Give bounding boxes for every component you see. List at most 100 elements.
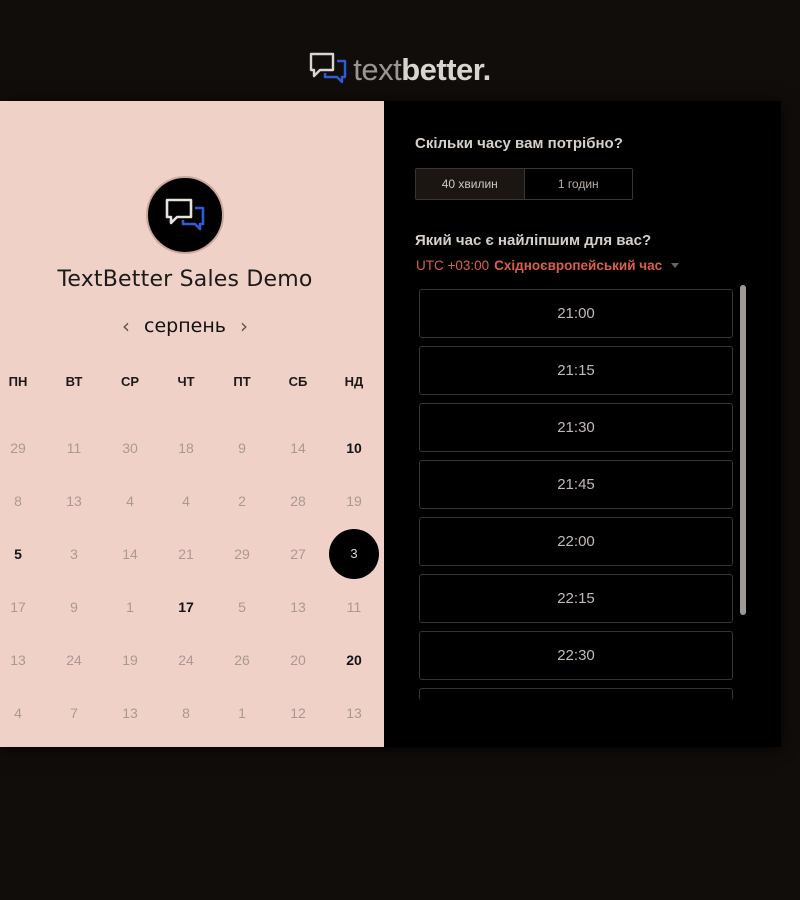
- weekday-label: СБ: [288, 374, 308, 389]
- calendar-day: 9: [46, 580, 102, 633]
- weekday-label: СР: [120, 374, 140, 389]
- calendar-day: 21: [158, 527, 214, 580]
- calendar-day: 26: [214, 633, 270, 686]
- calendar-day: 24: [158, 633, 214, 686]
- scrollbar-thumb[interactable]: [740, 285, 746, 615]
- logo-text-light: text: [353, 51, 402, 87]
- calendar-day-label: 4: [126, 492, 134, 509]
- timezone-selector[interactable]: UTC +03:00 Східноєвропейський час: [416, 258, 680, 273]
- calendar-day-label: 19: [122, 651, 138, 668]
- calendar-day: 4: [158, 474, 214, 527]
- calendar-day-label: 1: [238, 704, 246, 721]
- booking-panel: Скільки часу вам потрібно? 40 хвилин 1 г…: [384, 101, 781, 747]
- calendar-day-label: 8: [14, 492, 22, 509]
- calendar-day-label: 29: [10, 439, 26, 456]
- calendar-day-label: 17: [178, 598, 194, 615]
- calendar-day-label: 20: [346, 651, 362, 668]
- calendar-day-label: 12: [290, 704, 306, 721]
- chevron-left-icon[interactable]: ‹: [122, 316, 130, 336]
- calendar-day-label: 9: [238, 439, 246, 456]
- calendar-day-label: 27: [290, 545, 306, 562]
- chevron-right-icon[interactable]: ›: [240, 316, 248, 336]
- time-slot-list: 21:00 21:15 21:30 21:45 22:00 22:15 22:3…: [419, 289, 735, 699]
- calendar-day: 13: [270, 580, 326, 633]
- calendar-day: 27: [270, 527, 326, 580]
- calendar-day[interactable]: 17: [158, 580, 214, 633]
- calendar-day-label: 17: [10, 598, 26, 615]
- calendar-day: 11: [46, 421, 102, 474]
- calendar-day-label: 4: [182, 492, 190, 509]
- time-slot[interactable]: 21:30: [419, 403, 733, 452]
- calendar-day-label: 13: [290, 598, 306, 615]
- calendar-day-label: 2: [238, 492, 246, 509]
- time-question: Який час є найліпшим для вас?: [415, 232, 652, 249]
- calendar-day: 9: [214, 421, 270, 474]
- calendar-day-label: 14: [290, 439, 306, 456]
- time-slot[interactable]: 21:15: [419, 346, 733, 395]
- calendar-day: 8: [158, 686, 214, 739]
- calendar-day: 24: [46, 633, 102, 686]
- calendar-day-label: 19: [346, 492, 362, 509]
- time-slot[interactable]: 22:30: [419, 631, 733, 680]
- calendar-day-label: 28: [290, 492, 306, 509]
- month-label: серпень: [144, 315, 226, 337]
- calendar-day: 28: [270, 474, 326, 527]
- calendar-day-label: 24: [66, 651, 82, 668]
- duration-option-40-min[interactable]: 40 хвилин: [416, 169, 525, 199]
- calendar-day-label: 5: [238, 598, 246, 615]
- calendar-day[interactable]: 5: [0, 527, 46, 580]
- weekday-label: ПН: [8, 374, 28, 389]
- calendar-day[interactable]: 20: [326, 633, 382, 686]
- calendar-day: 13: [102, 686, 158, 739]
- calendar-day: 5: [214, 580, 270, 633]
- month-navigation: ‹ серпень ›: [0, 315, 370, 337]
- time-slot[interactable]: [419, 688, 733, 699]
- calendar-day: 2: [214, 474, 270, 527]
- calendar-day: 4: [102, 474, 158, 527]
- calendar-day-label: 29: [234, 545, 250, 562]
- calendar-day-label: 18: [178, 439, 194, 456]
- time-slot[interactable]: 21:45: [419, 460, 733, 509]
- logo-text-bold: better: [401, 51, 483, 87]
- time-slot[interactable]: 21:00: [419, 289, 733, 338]
- duration-question: Скільки часу вам потрібно?: [415, 135, 623, 152]
- calendar-day: 14: [102, 527, 158, 580]
- calendar-day-label: 11: [346, 598, 362, 615]
- calendar-day: 11: [326, 580, 382, 633]
- chat-bubbles-icon: [165, 198, 205, 231]
- calendar-day-label: 20: [290, 651, 306, 668]
- calendar-day: 20: [270, 633, 326, 686]
- calendar-day[interactable]: 10: [326, 421, 382, 474]
- calendar-day: 12: [270, 686, 326, 739]
- calendar-day-label: 10: [346, 439, 362, 456]
- calendar-day-label: 26: [234, 651, 250, 668]
- calendar-day: 4: [0, 686, 46, 739]
- duration-option-1-hour[interactable]: 1 годин: [525, 169, 633, 199]
- calendar-day-label: 7: [70, 704, 78, 721]
- calendar-day-label: 1: [126, 598, 134, 615]
- weekday-header: ПН ВТ СР ЧТ ПТ СБ НД: [0, 374, 382, 389]
- time-slot[interactable]: 22:00: [419, 517, 733, 566]
- calendar-day-label: 3: [329, 528, 379, 579]
- time-slot[interactable]: 22:15: [419, 574, 733, 623]
- timezone-offset: UTC +03:00: [416, 258, 490, 273]
- slots-scrollbar[interactable]: [740, 285, 747, 615]
- textbetter-logo: textbetter.: [0, 52, 800, 86]
- chat-bubbles-icon: [310, 52, 347, 84]
- calendar-days-grid: 29 11 30 18 9 14 10 8 13 4 4 2 28 19 5 3 14 21 29 27 3 17 9 1 17…: [0, 421, 382, 739]
- weekday-label: ПТ: [233, 374, 251, 389]
- calendar-day: 19: [102, 633, 158, 686]
- caret-down-icon: [671, 263, 680, 268]
- weekday-label: ВТ: [65, 374, 83, 389]
- calendar-day-label: 3: [70, 545, 78, 562]
- calendar-day-label: 8: [182, 704, 190, 721]
- calendar-day: 17: [0, 580, 46, 633]
- calendar-day: 13: [46, 474, 102, 527]
- calendar-day: 19: [326, 474, 382, 527]
- duration-toggle: 40 хвилин 1 годин: [415, 168, 633, 200]
- calendar-day-label: 9: [70, 598, 78, 615]
- calendar-day-label: 13: [10, 651, 26, 668]
- logo-wordmark: textbetter.: [353, 54, 491, 85]
- calendar-day-selected[interactable]: 3: [326, 527, 382, 580]
- scheduling-widget: TextBetter Sales Demo ‹ серпень › ПН ВТ …: [0, 101, 781, 747]
